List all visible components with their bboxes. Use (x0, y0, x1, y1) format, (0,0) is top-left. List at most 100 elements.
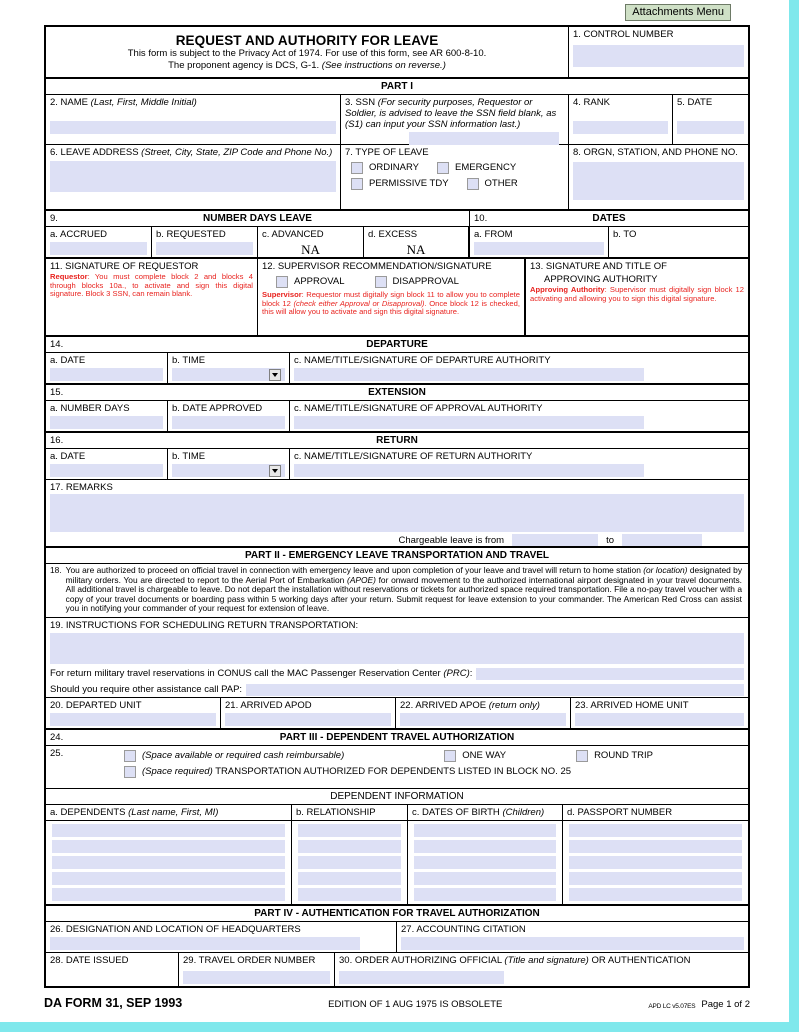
checkbox-emergency[interactable]: EMERGENCY (436, 162, 517, 174)
extension-title: EXTENSION (368, 387, 426, 398)
leave-address-input[interactable] (50, 161, 336, 192)
block-29-label: 29. TRAVEL ORDER NUMBER (183, 954, 316, 966)
chevron-down-icon[interactable] (269, 464, 281, 477)
checkbox-icon[interactable] (374, 276, 387, 288)
block-23-input[interactable] (575, 712, 744, 726)
return-time-input[interactable] (172, 464, 285, 477)
block-29-input[interactable] (183, 970, 330, 984)
checkbox-ordinary[interactable]: ORDINARY (351, 162, 419, 174)
dependent-row-input[interactable] (298, 855, 401, 869)
block-30-input[interactable] (339, 970, 504, 984)
attachments-menu-button[interactable]: Attachments Menu (625, 4, 731, 21)
checkbox-disapproval[interactable]: DISAPPROVAL (374, 276, 459, 288)
leave-address-label: 6. LEAVE ADDRESS (50, 147, 139, 158)
checkbox-icon[interactable] (351, 162, 363, 174)
block-26-label: 26. DESIGNATION AND LOCATION OF HEADQUAR… (50, 923, 301, 935)
checkbox-icon[interactable] (466, 178, 479, 190)
orgn-input[interactable] (573, 162, 744, 200)
checkbox-one-way[interactable] (444, 749, 457, 762)
departure-authority-input[interactable] (294, 368, 644, 381)
rank-input[interactable] (573, 121, 668, 134)
return-title: RETURN (376, 435, 418, 446)
name-input[interactable] (50, 121, 336, 134)
return-authority-input[interactable] (294, 464, 644, 477)
date-to-block: b. TO (609, 227, 748, 257)
block-12-supervisor-recommendation[interactable]: 12. SUPERVISOR RECOMMENDATION/SIGNATURE … (258, 259, 526, 335)
dependent-row-input[interactable] (298, 823, 401, 837)
block-19-label: 19. INSTRUCTIONS FOR SCHEDULING RETURN T… (50, 619, 359, 631)
chargeable-to-input[interactable] (622, 534, 702, 546)
part1-bar: PART I (46, 79, 748, 95)
leave-address-hint: (Street, City, State, ZIP Code and Phone… (141, 147, 333, 158)
block-12-instruction: Supervisor: Requestor must digitally sig… (262, 290, 520, 317)
dependent-row-input[interactable] (298, 871, 401, 885)
chargeable-from-input[interactable] (512, 534, 599, 546)
chevron-down-icon[interactable] (269, 368, 281, 381)
block-12-label: 12. SUPERVISOR RECOMMENDATION/SIGNATURE (262, 261, 492, 272)
checkbox-emergency-label: EMERGENCY (454, 162, 517, 173)
block-20-input[interactable] (50, 712, 216, 726)
number-days-title: NUMBER DAYS LEAVE (203, 213, 312, 224)
dependent-row-input[interactable] (52, 855, 285, 869)
block-18-row: 18. You are authorized to proceed on off… (46, 564, 748, 618)
block-13-approving-authority[interactable]: 13. SIGNATURE AND TITLE OF APPROVING AUT… (526, 259, 748, 335)
control-number-input[interactable] (573, 45, 744, 67)
block-11-signature-requestor[interactable]: 11. SIGNATURE OF REQUESTOR Requestor: Yo… (46, 259, 258, 335)
dependent-row-input[interactable] (569, 887, 742, 901)
type-of-leave-block: 7. TYPE OF LEAVE ORDINARY EMERGENCY PERM… (341, 145, 569, 209)
part3-bar-row: 24. PART III - DEPENDENT TRAVEL AUTHORIZ… (46, 730, 748, 746)
departure-time-label: b. TIME (172, 355, 206, 366)
dependent-row-input[interactable] (414, 823, 556, 837)
checkbox-space-available[interactable] (124, 749, 136, 762)
departure-time-input[interactable] (172, 368, 285, 381)
checkbox-ordinary-label: ORDINARY (369, 162, 419, 173)
extension-date-approved-input[interactable] (172, 416, 285, 429)
date-input[interactable] (677, 121, 744, 134)
extension-authority-input[interactable] (294, 416, 644, 429)
dependent-row-input[interactable] (52, 823, 285, 837)
block-26-input[interactable] (50, 936, 360, 950)
date-from-input[interactable] (474, 242, 604, 255)
dependent-row-input[interactable] (414, 839, 556, 853)
block-21-input[interactable] (225, 712, 391, 726)
dependent-row-input[interactable] (414, 855, 556, 869)
conus-input[interactable] (476, 667, 744, 680)
checkbox-space-required[interactable] (124, 765, 136, 778)
dependent-row-input[interactable] (52, 871, 285, 885)
block-13-label-line2: APPROVING AUTHORITY (544, 274, 658, 285)
dependent-row-input[interactable] (569, 871, 742, 885)
return-date-input[interactable] (50, 464, 163, 477)
dependent-information-bar: DEPENDENT INFORMATION (46, 789, 748, 805)
dependent-row-input[interactable] (414, 871, 556, 885)
remarks-input[interactable] (50, 494, 744, 532)
dependent-row-input[interactable] (569, 855, 742, 869)
days-dates-header: 9. NUMBER DAYS LEAVE 10. DATES (46, 211, 748, 227)
checkbox-icon[interactable] (276, 276, 288, 288)
block-22-input[interactable] (400, 712, 566, 726)
block-22-hint: (return only) (488, 699, 540, 711)
block-19-input[interactable] (50, 632, 744, 664)
arrival-row: 20. DEPARTED UNIT 21. ARRIVED APOD 22. A… (46, 697, 748, 730)
dependent-row-input[interactable] (298, 839, 401, 853)
checkbox-permissive-tdy[interactable]: PERMISSIVE TDY (351, 178, 449, 190)
dependent-row-input[interactable] (298, 887, 401, 901)
pap-input[interactable] (246, 683, 744, 696)
dependent-row-input[interactable] (414, 887, 556, 901)
checkbox-other[interactable]: OTHER (466, 178, 518, 190)
extension-days-input[interactable] (50, 416, 163, 429)
checkbox-icon[interactable] (436, 162, 449, 174)
checkbox-approval[interactable]: APPROVAL (276, 276, 345, 288)
dependent-row-input[interactable] (52, 887, 285, 901)
signatures-row: 11. SIGNATURE OF REQUESTOR Requestor: Yo… (46, 259, 748, 337)
checkbox-round-trip[interactable] (576, 749, 589, 762)
dependent-row-input[interactable] (52, 839, 285, 853)
ssn-input[interactable] (409, 132, 559, 145)
requested-input[interactable] (156, 242, 253, 255)
checkbox-icon[interactable] (351, 178, 363, 190)
accrued-input[interactable] (50, 242, 147, 255)
dependent-row-input[interactable] (569, 839, 742, 853)
travel-option-row-2: (Space required) TRANSPORTATION AUTHORIZ… (46, 762, 748, 778)
block-27-input[interactable] (401, 936, 744, 950)
dependent-row-input[interactable] (569, 823, 742, 837)
departure-date-input[interactable] (50, 368, 163, 381)
